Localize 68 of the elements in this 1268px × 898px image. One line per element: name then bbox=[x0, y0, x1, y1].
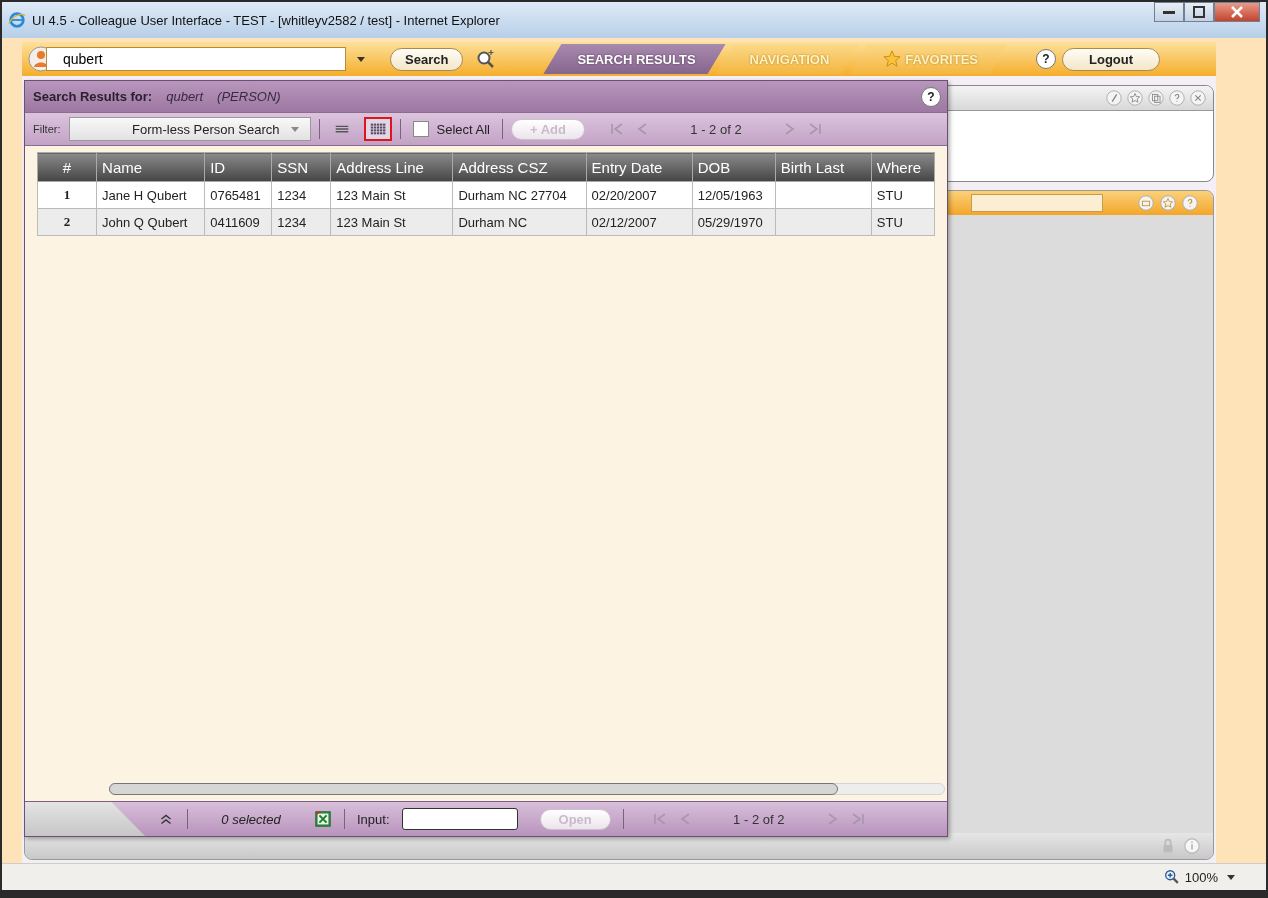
selected-count: 0 selected bbox=[220, 811, 282, 827]
row-number: 1 bbox=[37, 181, 97, 209]
column-header[interactable]: SSN bbox=[271, 152, 331, 182]
help-button[interactable]: ? bbox=[1036, 49, 1056, 69]
help-icon bbox=[1181, 194, 1199, 212]
table-cell: Durham NC bbox=[452, 208, 587, 236]
dropdown-caret-icon bbox=[1227, 874, 1235, 880]
page-range: 1 - 2 of 2 bbox=[732, 811, 786, 827]
table-cell: 123 Main St bbox=[330, 181, 453, 209]
row-number: 2 bbox=[37, 208, 97, 236]
zoom-level: 100% bbox=[1184, 869, 1218, 885]
table-cell: 0765481 bbox=[204, 181, 272, 209]
search-type: (PERSON) bbox=[217, 89, 281, 104]
dropdown-caret-icon bbox=[290, 126, 299, 132]
column-header[interactable]: # bbox=[37, 152, 97, 182]
grid-view-button[interactable] bbox=[363, 117, 392, 141]
column-header[interactable]: Address CSZ bbox=[452, 152, 587, 182]
browser-icon bbox=[8, 11, 26, 29]
column-header[interactable]: DOB bbox=[692, 152, 776, 182]
table-cell: 05/29/1970 bbox=[692, 208, 776, 236]
search-query: qubert bbox=[166, 89, 204, 104]
column-header[interactable]: Name bbox=[96, 152, 205, 182]
search-button[interactable]: Search bbox=[390, 47, 464, 71]
table-cell: 02/12/2007 bbox=[586, 208, 693, 236]
table-cell: Durham NC 27704 bbox=[452, 181, 587, 209]
help-button[interactable]: ? bbox=[921, 86, 941, 107]
minimize-icon bbox=[1163, 10, 1175, 14]
last-page-icon bbox=[807, 122, 823, 136]
table-cell: 02/20/2007 bbox=[586, 181, 693, 209]
help-icon bbox=[1168, 89, 1186, 107]
column-header[interactable]: Address Line bbox=[330, 152, 453, 182]
zoom-field[interactable] bbox=[971, 194, 1103, 212]
print-icon bbox=[1137, 194, 1155, 212]
table-cell: Jane H Qubert bbox=[96, 181, 205, 209]
nav-tab[interactable]: SEARCH RESULTS bbox=[543, 44, 726, 74]
results-heading: Search Results for: bbox=[33, 89, 153, 104]
star-icon bbox=[883, 50, 902, 68]
select-all-checkbox[interactable]: Select All bbox=[408, 121, 494, 137]
input-label: Input: bbox=[357, 811, 390, 827]
logout-button[interactable]: Logout bbox=[1062, 47, 1161, 71]
maximize-icon bbox=[1193, 6, 1205, 18]
copy-icon bbox=[1147, 89, 1165, 107]
column-header[interactable]: Entry Date bbox=[586, 152, 693, 182]
page-range: 1 - 2 of 2 bbox=[689, 121, 743, 137]
column-header[interactable]: Birth Last bbox=[775, 152, 872, 182]
close-icon bbox=[1189, 89, 1207, 107]
column-header[interactable]: ID bbox=[204, 152, 272, 182]
table-cell: John Q Qubert bbox=[96, 208, 205, 236]
window-title: UI 4.5 - Colleague User Interface - TEST - [whitleyv2582 / test] - Internet Explorer bbox=[32, 12, 500, 28]
table-cell: 123 Main St bbox=[330, 208, 453, 236]
first-page-icon bbox=[651, 812, 668, 826]
close-button[interactable] bbox=[1214, 2, 1260, 22]
filter-label: Filter: bbox=[33, 123, 61, 135]
minimize-button[interactable] bbox=[1154, 2, 1184, 22]
close-icon bbox=[1231, 6, 1243, 18]
first-page-icon bbox=[609, 122, 625, 136]
maximize-button[interactable] bbox=[1184, 2, 1214, 22]
spreadsheet-export-icon bbox=[314, 810, 332, 828]
table-cell: 12/05/1963 bbox=[692, 181, 776, 209]
column-header[interactable]: Where bbox=[871, 152, 935, 182]
search-field[interactable]: qubert bbox=[46, 47, 346, 71]
info-icon bbox=[1183, 837, 1201, 855]
horizontal-scrollbar[interactable] bbox=[109, 783, 945, 795]
zoom-icon bbox=[1162, 868, 1181, 886]
table-cell: 0411609 bbox=[204, 208, 272, 236]
dropdown-caret-icon bbox=[357, 56, 365, 62]
input-field[interactable] bbox=[401, 808, 518, 830]
filter-dropdown[interactable]: Form-less Person Search bbox=[68, 117, 311, 141]
